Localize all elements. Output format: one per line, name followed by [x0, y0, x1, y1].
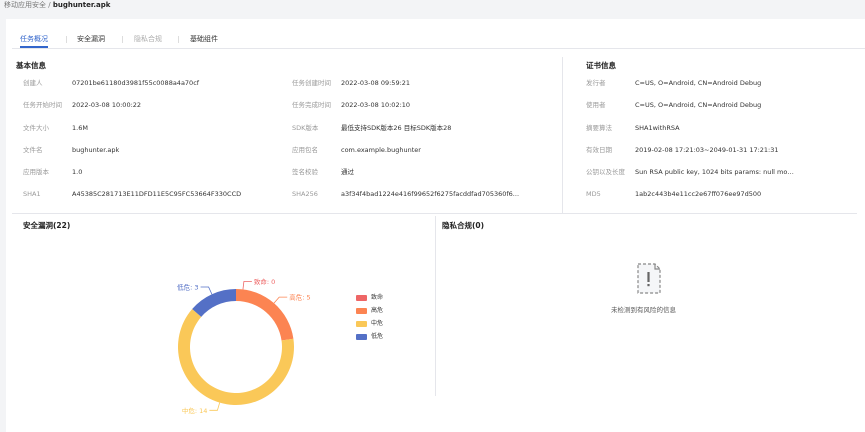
- legend-swatch-2[interactable]: [356, 321, 367, 327]
- signature-check-value: 通过: [341, 168, 354, 176]
- sdk-version-label: SDK版本: [292, 124, 319, 132]
- tab-privacy[interactable]: 隐私合规: [134, 33, 162, 48]
- app-version-value: 1.0: [72, 168, 83, 176]
- tab-vulnerabilities[interactable]: 安全漏洞: [77, 33, 105, 48]
- legend-swatch-3[interactable]: [356, 334, 367, 340]
- section-divider: [12, 213, 857, 214]
- creator-value: 07201be61180d3981f55c0088a4a70cf: [72, 79, 200, 87]
- donut-label-line-1: [273, 296, 288, 304]
- task-finish-value: 2022-03-08 10:02:10: [341, 101, 411, 109]
- sha256-label: SHA256: [292, 190, 318, 198]
- file-size-value: 1.6M: [72, 124, 88, 132]
- file-size-label: 文件大小: [23, 124, 49, 132]
- donut-label-line-0: [242, 281, 252, 290]
- tab-overview[interactable]: 任务概况: [20, 33, 48, 48]
- donut-data-label-2: 中危: 14: [182, 406, 208, 415]
- empty-document-icon: [634, 261, 663, 297]
- tab-components[interactable]: 基础组件: [190, 33, 218, 48]
- sdk-version-value: 最低支持SDK版本26 目标SDK版本28: [341, 124, 452, 132]
- tab-divider: [178, 36, 179, 43]
- package-name-label: 应用包名: [292, 146, 318, 154]
- section-divider: [562, 57, 563, 213]
- cert-info-title: 证书信息: [586, 61, 616, 70]
- tab-bar: 任务概况 安全漏洞 隐私合规 基础组件: [12, 33, 865, 49]
- basic-info-title: 基本信息: [16, 61, 46, 70]
- task-start-label: 任务开始时间: [23, 101, 62, 109]
- md5-label: MD5: [586, 190, 601, 198]
- section-divider: [435, 216, 436, 396]
- file-name-label: 文件名: [23, 146, 43, 154]
- main-panel: 任务概况 安全漏洞 隐私合规 基础组件 基本信息 创建人 07201be6118…: [6, 19, 865, 432]
- legend-label-3[interactable]: 低危: [371, 333, 383, 341]
- subject-label: 使用者: [586, 101, 606, 109]
- donut-data-label-3: 低危: 3: [177, 282, 198, 291]
- digest-algorithm-label: 摘要算法: [586, 124, 612, 132]
- sha1-label: SHA1: [23, 190, 41, 198]
- task-finish-label: 任务完成时间: [292, 101, 331, 109]
- privacy-title: 隐私合规(0): [442, 221, 485, 230]
- tab-divider: [66, 36, 67, 43]
- legend-label-1[interactable]: 高危: [371, 307, 383, 315]
- tab-divider: [122, 36, 123, 43]
- donut-label-line-3: [200, 286, 213, 295]
- md5-value: 1ab2c443b4e11cc2e67ff076ee97d500: [635, 190, 762, 198]
- signature-check-label: 签名校验: [292, 168, 318, 176]
- app-version-label: 应用版本: [23, 168, 49, 176]
- validity-label: 有效日期: [586, 146, 612, 154]
- vuln-title: 安全漏洞(22): [23, 221, 71, 230]
- donut-slice-3[interactable]: [192, 289, 236, 317]
- donut-data-label-1: 高危: 5: [289, 293, 310, 302]
- file-name-value: bughunter.apk: [72, 146, 120, 154]
- subject-value: C=US, O=Android, CN=Android Debug: [635, 101, 762, 109]
- breadcrumb-current: bughunter.apk: [52, 1, 111, 9]
- task-created-value: 2022-03-08 09:59:21: [341, 79, 411, 87]
- donut-data-label-0: 致命: 0: [254, 277, 275, 286]
- legend-swatch-1[interactable]: [356, 308, 367, 314]
- breadcrumb: 移动应用安全 / bughunter.apk: [4, 0, 110, 12]
- task-created-label: 任务创建时间: [292, 79, 331, 87]
- donut-slice-1[interactable]: [236, 289, 294, 341]
- vuln-donut-chart: 致命: 0 高危: 5 中危: 14 低危: 3: [177, 277, 310, 415]
- legend-swatch-0[interactable]: [356, 295, 367, 301]
- digest-algorithm-value: SHA1withRSA: [635, 124, 680, 132]
- package-name-value: com.example.bughunter: [341, 146, 421, 154]
- public-key-value: Sun RSA public key, 1024 bits params: nu…: [635, 168, 795, 176]
- privacy-empty-text: 未检测到有风险的信息: [611, 306, 676, 314]
- legend-label-0[interactable]: 致命: [371, 294, 383, 302]
- validity-value: 2019-02-08 17:21:03~2049-01-31 17:21:31: [635, 146, 779, 154]
- legend-label-2[interactable]: 中危: [371, 320, 383, 328]
- creator-label: 创建人: [23, 79, 43, 87]
- sha256-value: a3f34f4bad1224e416f99652f6275facddfad705…: [341, 190, 520, 198]
- issuer-value: C=US, O=Android, CN=Android Debug: [635, 79, 762, 87]
- issuer-label: 发行者: [586, 79, 606, 87]
- donut-label-line-2: [209, 402, 221, 411]
- public-key-label: 公钥以及长度: [586, 168, 625, 176]
- breadcrumb-separator: /: [48, 1, 51, 9]
- sha1-value: A45385C281713E11DFD11E5C95FC53664F330CCD: [72, 190, 242, 198]
- breadcrumb-parent[interactable]: 移动应用安全: [4, 1, 46, 9]
- task-start-value: 2022-03-08 10:00:22: [72, 101, 142, 109]
